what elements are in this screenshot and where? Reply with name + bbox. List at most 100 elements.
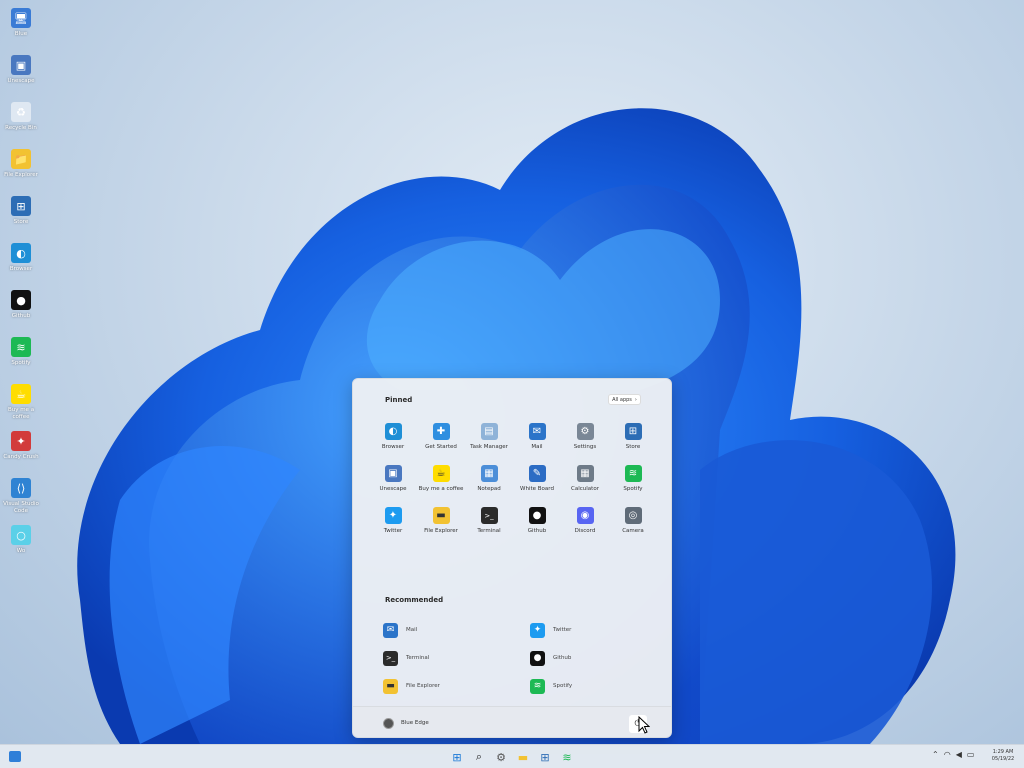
store-icon: ⊞ — [540, 750, 550, 764]
pinned-app-label: Github — [527, 528, 547, 534]
pinned-app-folder[interactable]: ▬ File Explorer — [417, 505, 465, 547]
desktop-icon-blue[interactable]: 🖥 Blue — [0, 6, 42, 53]
desktop-icon-label: Store — [13, 219, 29, 225]
all-apps-button[interactable]: All apps › — [608, 394, 641, 405]
widgets-icon[interactable] — [9, 751, 21, 762]
unescape-icon: ▣ — [384, 465, 402, 482]
pinned-app-label: Store — [625, 444, 641, 450]
desktop-icon-label: Buy me a coffee — [7, 407, 35, 420]
pinned-app-store[interactable]: ⊞ Store — [609, 421, 657, 463]
spotify-button[interactable]: ≋ — [558, 748, 576, 766]
whiteboard-icon: ✎ — [528, 465, 546, 482]
all-apps-label: All apps — [612, 396, 632, 403]
recommended-item-terminal[interactable]: >_ Terminal — [383, 644, 530, 672]
pinned-app-camera[interactable]: ◎ Camera — [609, 505, 657, 547]
mail-icon: ✉ — [383, 622, 398, 638]
desktop-icon-coffee[interactable]: ☕ Buy me a coffee — [0, 382, 42, 429]
start-button[interactable]: ⊞ — [448, 748, 466, 766]
twitter-icon: ✦ — [384, 507, 402, 524]
system-tray: ⌃ ◠ ◀ ▭ — [932, 750, 974, 759]
desktop-icon-github[interactable]: ● Github — [0, 288, 42, 335]
desktop-icon-label: Spotify — [11, 360, 31, 366]
camera-icon: ◎ — [624, 507, 642, 524]
desktop-icon-spotify[interactable]: ≋ Spotify — [0, 335, 42, 382]
vscode-icon: ⟨⟩ — [11, 478, 31, 498]
blue-icon: 🖥 — [11, 8, 31, 28]
desktop-icon-label: Blue — [14, 31, 28, 37]
recommended-list: ✉ Mail ✦ Twitter >_ Terminal ● Github ▬ File Expl… — [383, 616, 663, 700]
pinned-app-twitter[interactable]: ✦ Twitter — [369, 505, 417, 547]
battery-icon[interactable]: ▭ — [967, 750, 975, 759]
pinned-app-label: Terminal — [477, 528, 501, 534]
windows-icon: ⊞ — [452, 750, 462, 764]
pinned-app-discord[interactable]: ◉ Discord — [561, 505, 609, 547]
pinned-app-unescape[interactable]: ▣ Unescape — [369, 463, 417, 505]
recommended-item-label: Github — [553, 655, 572, 661]
notepad-icon: ▦ — [480, 465, 498, 482]
pinned-app-coffee[interactable]: ☕ Buy me a coffee — [417, 463, 465, 505]
desktop-icon-candy-crush[interactable]: ✦ Candy Crush — [0, 429, 42, 476]
clock-time: 1:29 AM — [992, 749, 1014, 755]
folder-icon: 📁 — [11, 149, 31, 169]
file-explorer-button[interactable]: ▬ — [514, 748, 532, 766]
task-manager-icon: ▤ — [480, 423, 498, 440]
desktop-icon-recycle-bin[interactable]: ♻ Recycle Bin — [0, 100, 42, 147]
desktop-icon-edge[interactable]: ◐ Browser — [0, 241, 42, 288]
pinned-app-terminal[interactable]: >_ Terminal — [465, 505, 513, 547]
pinned-app-calculator[interactable]: ▦ Calculator — [561, 463, 609, 505]
recommended-item-twitter[interactable]: ✦ Twitter — [530, 616, 663, 644]
taskbar-apps: ⊞ ⌕ ⚙ ▬ ⊞ ≋ — [448, 748, 576, 766]
pinned-app-get-started[interactable]: ✚ Get Started — [417, 421, 465, 463]
recommended-item-spotify[interactable]: ≋ Spotify — [530, 672, 663, 700]
volume-icon[interactable]: ◀ — [956, 750, 962, 759]
github-icon: ● — [528, 507, 546, 524]
github-icon: ● — [11, 290, 31, 310]
pinned-app-label: Unescape — [379, 486, 407, 492]
twitter-icon: ✦ — [530, 622, 545, 638]
desktop-icon-vscode[interactable]: ⟨⟩ Visual Studio Code — [0, 476, 42, 523]
recommended-item-label: File Explorer — [406, 683, 440, 689]
pinned-app-task-manager[interactable]: ▤ Task Manager — [465, 421, 513, 463]
pinned-app-spotify[interactable]: ≋ Spotify — [609, 463, 657, 505]
candy-crush-icon: ✦ — [11, 431, 31, 451]
chevron-up-icon[interactable]: ⌃ — [932, 750, 939, 759]
edge-icon: ◐ — [11, 243, 31, 263]
spotify-icon: ≋ — [11, 337, 31, 357]
coffee-icon: ☕ — [432, 465, 450, 482]
pinned-app-gear[interactable]: ⚙ Settings — [561, 421, 609, 463]
store-button[interactable]: ⊞ — [536, 748, 554, 766]
pinned-app-label: Buy me a coffee — [418, 486, 464, 492]
avatar[interactable] — [383, 718, 394, 729]
pinned-app-edge[interactable]: ◐ Browser — [369, 421, 417, 463]
clock-date: 05/19/22 — [991, 756, 1015, 762]
recommended-item-mail[interactable]: ✉ Mail — [383, 616, 530, 644]
wifi-icon[interactable]: ◠ — [944, 750, 951, 759]
desktop-icon-wo[interactable]: ○ Wo — [0, 523, 42, 570]
desktop-icon-store[interactable]: ⊞ Store — [0, 194, 42, 241]
recommended-item-label: Twitter — [553, 627, 572, 633]
user-name[interactable]: Blue Edge — [401, 720, 429, 726]
mouse-cursor-icon — [638, 716, 650, 734]
recommended-item-folder[interactable]: ▬ File Explorer — [383, 672, 530, 700]
terminal-icon: >_ — [480, 507, 498, 524]
coffee-icon: ☕ — [11, 384, 31, 404]
pinned-app-label: Discord — [574, 528, 596, 534]
pinned-app-whiteboard[interactable]: ✎ White Board — [513, 463, 561, 505]
desktop-icon-unescape[interactable]: ▣ Unescape — [0, 53, 42, 100]
recommended-item-github[interactable]: ● Github — [530, 644, 663, 672]
pinned-app-label: Camera — [622, 528, 644, 534]
desktop-icon-folder[interactable]: 📁 File Explorer — [0, 147, 42, 194]
pinned-app-label: Calculator — [571, 486, 599, 492]
terminal-icon: >_ — [383, 650, 398, 666]
pinned-app-notepad[interactable]: ▦ Notepad — [465, 463, 513, 505]
recommended-item-label: Mail — [406, 627, 418, 633]
pinned-app-github[interactable]: ● Github — [513, 505, 561, 547]
search-icon: ⌕ — [475, 750, 483, 763]
pinned-app-mail[interactable]: ✉ Mail — [513, 421, 561, 463]
clock[interactable]: 1:29 AM 05/19/22 — [986, 749, 1020, 763]
pinned-app-label: Mail — [531, 444, 543, 450]
desktop-icon-label: Github — [11, 313, 31, 319]
pinned-app-label: Twitter — [383, 528, 403, 534]
settings-button[interactable]: ⚙ — [492, 748, 510, 766]
search-button[interactable]: ⌕ — [470, 748, 488, 766]
